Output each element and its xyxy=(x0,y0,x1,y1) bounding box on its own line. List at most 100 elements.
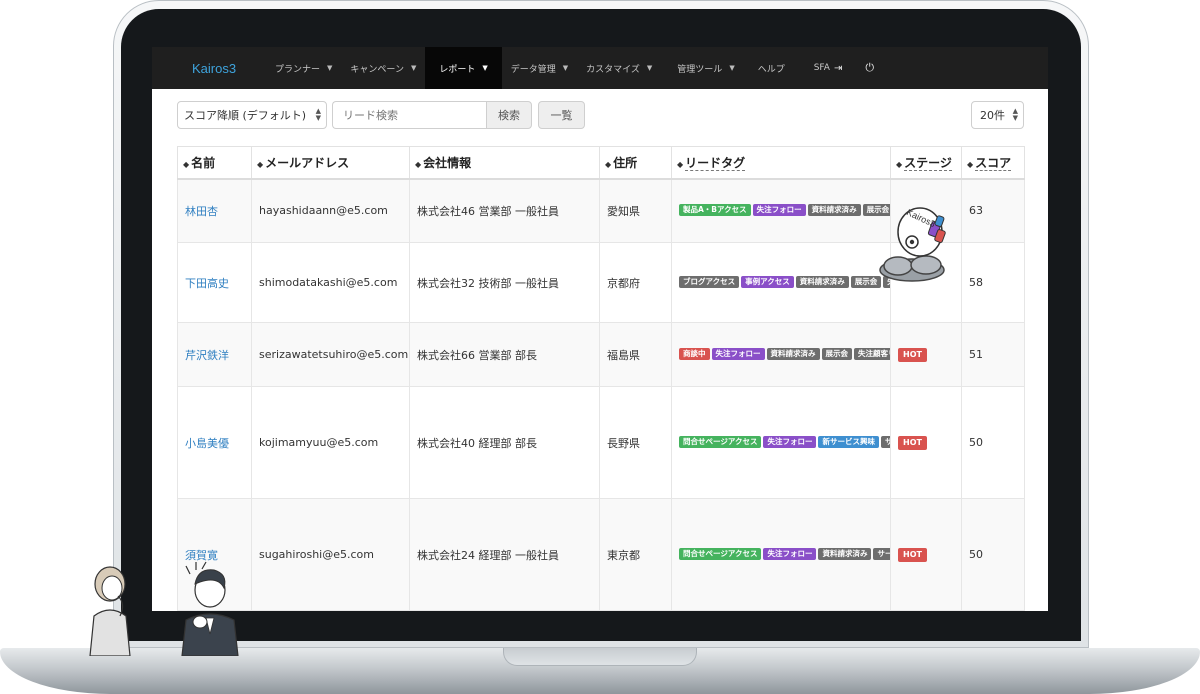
lead-tag[interactable]: サービス案内メール経由_会社概要アクセス xyxy=(880,435,890,448)
lead-tag[interactable]: 失注フォロー xyxy=(763,547,817,560)
sort-icon: ◆ xyxy=(415,159,422,169)
chevron-down-icon: ▼ xyxy=(562,64,569,72)
cell-score-text: 51 xyxy=(969,348,983,361)
lead-tag[interactable]: 問合せページアクセス xyxy=(679,435,762,448)
cell-score-text: 50 xyxy=(969,548,983,561)
sort-order-select[interactable]: スコア降順 (デフォルト) ▲ ▼ xyxy=(177,101,327,129)
cell-score: 50 xyxy=(961,498,1025,611)
cell-address-text: 東京都 xyxy=(607,548,640,562)
lead-tag[interactable]: 新サービス興味 xyxy=(818,435,879,448)
nav-help[interactable]: ヘルプ xyxy=(744,47,794,89)
cell-name: 下田高史 xyxy=(177,242,252,323)
lead-tag[interactable]: 資料請求済み xyxy=(795,275,849,288)
table-row[interactable]: 芹沢鉄洋 serizawatetsuhiro@e5.com 株式会社66 営業部 部… xyxy=(177,322,1025,387)
cell-lead-tags: 問合せページアクセス失注フォロー資料請求済みサービス案内メール経由_会社概要アク… xyxy=(671,498,891,611)
lead-name-link[interactable]: 下田高史 xyxy=(185,277,229,290)
cell-lead-tags: 商談中失注フォロー資料請求済み展示会失注顧客リスト（ニーズA）料金ページアクセス… xyxy=(671,322,891,387)
cell-email: hayashidaann@e5.com xyxy=(251,178,410,243)
people-illustration xyxy=(89,561,239,656)
cell-company-text: 株式会社66 営業部 部長 xyxy=(417,348,537,362)
nav-customize-label: カスタマイズ xyxy=(586,64,640,75)
per-page-select[interactable]: 20件 ▲ ▼ xyxy=(971,101,1024,129)
cell-company-text: 株式会社24 経理部 一般社員 xyxy=(417,548,559,562)
lead-tag[interactable]: 失注顧客リスト（ニーズA） xyxy=(854,347,890,360)
col-header-email[interactable]: ◆ メールアドレス xyxy=(251,146,410,180)
lead-tag[interactable]: 資料請求済み xyxy=(766,347,820,360)
nav-customize[interactable]: カスタマイズ ▼ xyxy=(577,47,661,89)
nav-admin-tools[interactable]: 管理ツール ▼ xyxy=(661,47,743,89)
mascot-illustration: Kairos3 xyxy=(879,207,946,282)
table-row[interactable]: 小島美優 kojimamyuu@e5.com 株式会社40 経理部 部長 長野県 問合せ… xyxy=(177,386,1025,499)
cell-name: 小島美優 xyxy=(177,386,252,499)
col-header-company[interactable]: ◆ 会社情報 xyxy=(409,146,600,180)
lead-tag[interactable]: 資料請求済み xyxy=(818,547,872,560)
cell-name: 芹沢鉄洋 xyxy=(177,322,252,387)
stage-badge: HOT xyxy=(898,436,927,450)
col-header-score[interactable]: ◆ スコア xyxy=(961,146,1025,180)
select-arrows-icon: ▲ ▼ xyxy=(1012,107,1018,122)
cell-company-text: 株式会社32 技術部 一般社員 xyxy=(417,276,559,290)
cell-score: 51 xyxy=(961,322,1025,387)
lead-name-link[interactable]: 芹沢鉄洋 xyxy=(185,349,229,362)
nav-data-management[interactable]: データ管理 ▼ xyxy=(502,47,577,89)
chevron-down-icon: ▼ xyxy=(729,64,735,72)
lead-search-input[interactable] xyxy=(332,101,487,129)
lead-tag[interactable]: ブログアクセス xyxy=(679,275,740,288)
cell-address: 京都府 xyxy=(599,242,672,323)
cell-stage: HOT xyxy=(890,386,962,499)
cell-address-text: 長野県 xyxy=(607,436,640,450)
brand-logo[interactable]: Kairos3 xyxy=(192,61,266,76)
cell-stage: HOT xyxy=(890,322,962,387)
col-header-address-label: 住所 xyxy=(613,155,638,170)
nav-sfa[interactable]: SFA ⇥ xyxy=(794,47,852,89)
stage-badge: HOT xyxy=(898,348,927,362)
stage-badge: HOT xyxy=(898,548,927,562)
lead-tag[interactable]: 失注フォロー xyxy=(763,435,817,448)
col-header-name-label: 名前 xyxy=(191,155,216,170)
col-header-stage-label: ステージ xyxy=(904,155,952,171)
cell-lead-tags: ブログアクセス事例アクセス資料請求済み展示会失注顧客リスト（ニーズA）料金ページ… xyxy=(671,242,891,323)
chevron-down-icon: ▼ xyxy=(646,64,653,72)
nav-campaign[interactable]: キャンペーン ▼ xyxy=(341,47,425,89)
col-header-email-label: メールアドレス xyxy=(265,155,350,170)
search-button[interactable]: 検索 xyxy=(486,101,532,129)
sort-icon: ◆ xyxy=(967,159,974,169)
sort-icon: ◆ xyxy=(257,159,264,169)
lead-tag[interactable]: 失注フォロー xyxy=(752,203,806,216)
cell-company: 株式会社40 経理部 部長 xyxy=(409,386,600,499)
lead-tag[interactable]: 資料請求済み xyxy=(807,203,861,216)
col-header-address[interactable]: ◆ 住所 xyxy=(599,146,672,180)
cell-address-text: 福島県 xyxy=(607,348,640,362)
nav-planner[interactable]: プランナー ▼ xyxy=(266,47,341,89)
lead-tag[interactable]: 商談中 xyxy=(679,347,710,360)
nav-report[interactable]: レポート ▼ xyxy=(425,47,502,89)
cell-score: 50 xyxy=(961,386,1025,499)
cell-score-text: 63 xyxy=(969,204,983,218)
cell-company: 株式会社46 営業部 一般社員 xyxy=(409,178,600,243)
lead-tag[interactable]: 問合せページアクセス xyxy=(679,547,762,560)
cell-lead-tags: 問合せページアクセス失注フォロー新サービス興味サービス案内メール経由_会社概要ア… xyxy=(671,386,891,499)
lead-name-link[interactable]: 林田杏 xyxy=(185,205,218,218)
table-header-row: ◆ 名前 ◆ メールアドレス ◆ 会社情報 ◆ 住所 ◆ リードタグ ◆ ステージ ◆ スコア xyxy=(177,146,1025,180)
cell-company: 株式会社24 経理部 一般社員 xyxy=(409,498,600,611)
cell-email: sugahiroshi@e5.com xyxy=(251,498,410,611)
lead-tag[interactable]: 製品A・Bアクセス xyxy=(679,203,751,216)
app-screen: Kairos3 プランナー ▼ キャンペーン ▼ レポート ▼ データ管理 ▼ … xyxy=(152,47,1048,611)
col-header-stage[interactable]: ◆ ステージ xyxy=(890,146,962,180)
logout-icon: ⇥ xyxy=(833,62,843,74)
cell-lead-tags: 製品A・Bアクセス失注フォロー資料請求済み展示会失注顧客リスト（ニーズA）製品C… xyxy=(671,178,891,243)
list-button[interactable]: 一覧 xyxy=(538,101,585,129)
lead-tag[interactable]: 事例アクセス xyxy=(741,275,794,288)
lead-name-link[interactable]: 小島美優 xyxy=(185,437,229,450)
lead-tag[interactable]: サービス案内メール経由_会社概要アクセス xyxy=(873,547,890,560)
cell-email: kojimamyuu@e5.com xyxy=(251,386,410,499)
power-icon[interactable]: ⏻ xyxy=(851,61,888,75)
table-row[interactable]: 須賀寛 sugahiroshi@e5.com 株式会社24 経理部 一般社員 東京都問… xyxy=(177,498,1025,611)
col-header-lead-tags[interactable]: ◆ リードタグ xyxy=(671,146,891,180)
col-header-name[interactable]: ◆ 名前 xyxy=(177,146,252,180)
cell-email-text: hayashidaann@e5.com xyxy=(259,204,388,218)
cell-company-text: 株式会社40 経理部 部長 xyxy=(417,436,537,450)
lead-tag[interactable]: 失注フォロー xyxy=(711,347,765,360)
lead-tag[interactable]: 展示会 xyxy=(821,347,852,360)
col-header-lead-tags-label: リードタグ xyxy=(685,155,746,171)
